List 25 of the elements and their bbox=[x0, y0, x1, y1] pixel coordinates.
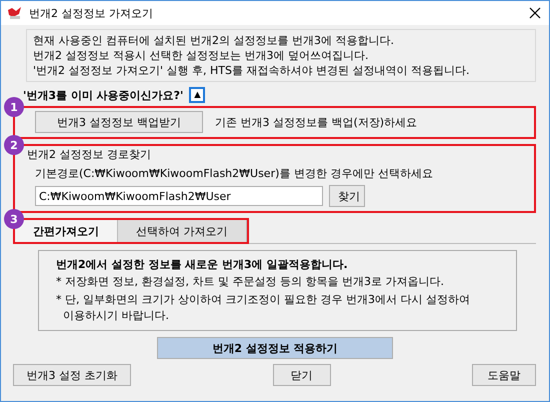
tab[interactable]: 선택하여 가져오기 bbox=[118, 220, 246, 242]
path-field[interactable]: C:₩Kiwoom₩KiwoomFlash2₩User bbox=[35, 186, 323, 206]
question-text: '번개3를 이미 사용중이신가요?' bbox=[23, 88, 184, 102]
dialog-button[interactable]: 닫기 bbox=[272, 364, 330, 386]
apply-button[interactable]: 번개2 설정정보 적용하기 bbox=[157, 337, 393, 359]
backup-hint: 기존 번개3 설정정보를 백업(저장)하세요 bbox=[215, 114, 418, 130]
note-text: * 저장화면 정보, 환경설정, 차트 및 주문설정 등의 항목을 번개3로 가져옵니다. bbox=[56, 274, 445, 290]
close-icon[interactable] bbox=[529, 7, 541, 19]
group-legend: 번개2 설정정보 경로찾기 bbox=[23, 147, 526, 162]
step-badge: 1 bbox=[4, 97, 24, 117]
step-badge: 3 bbox=[4, 209, 24, 229]
info-text: 번개2 설정정보 적용시 선택한 설정정보는 번개3에 덮어쓰여집니다. bbox=[33, 49, 370, 62]
dialog-button[interactable]: 번개3 설정 초기화 bbox=[13, 364, 131, 386]
app-logo-icon bbox=[7, 6, 23, 20]
collapse-toggle[interactable]: ▲ bbox=[189, 87, 206, 103]
backup-button[interactable]: 번개3 설정정보 백업받기 bbox=[35, 111, 203, 133]
step-badge: 2 bbox=[4, 135, 24, 155]
browse-button[interactable]: 찾기 bbox=[329, 185, 365, 207]
note-text: * 단, 일부화면의 크기가 상이하여 크기조정이 필요한 경우 번개3에서 다시 설정하여 이용하시기 바랍니다. bbox=[56, 292, 471, 324]
info-text: 현재 사용중인 컴퓨터에 설치된 번개2의 설정정보를 번개3에 적용합니다. bbox=[33, 34, 395, 47]
path-hint: 기본경로(C:₩Kiwoom₩KiwoomFlash2₩User)를 변경한 경우에만 선택하세요 bbox=[34, 166, 434, 181]
window-title: 번개2 설정정보 가져오기 bbox=[29, 6, 154, 20]
panel-heading: 번개2에서 설정한 정보를 새로운 번개3에 일괄적용합니다. bbox=[56, 257, 349, 272]
info-text: '번개2 설정정보 가져오기' 실행 후, HTS를 재접속하셔야 변경된 설정내역이 적용됩니다. bbox=[33, 64, 470, 77]
dialog-button[interactable]: 도움말 bbox=[472, 364, 536, 386]
